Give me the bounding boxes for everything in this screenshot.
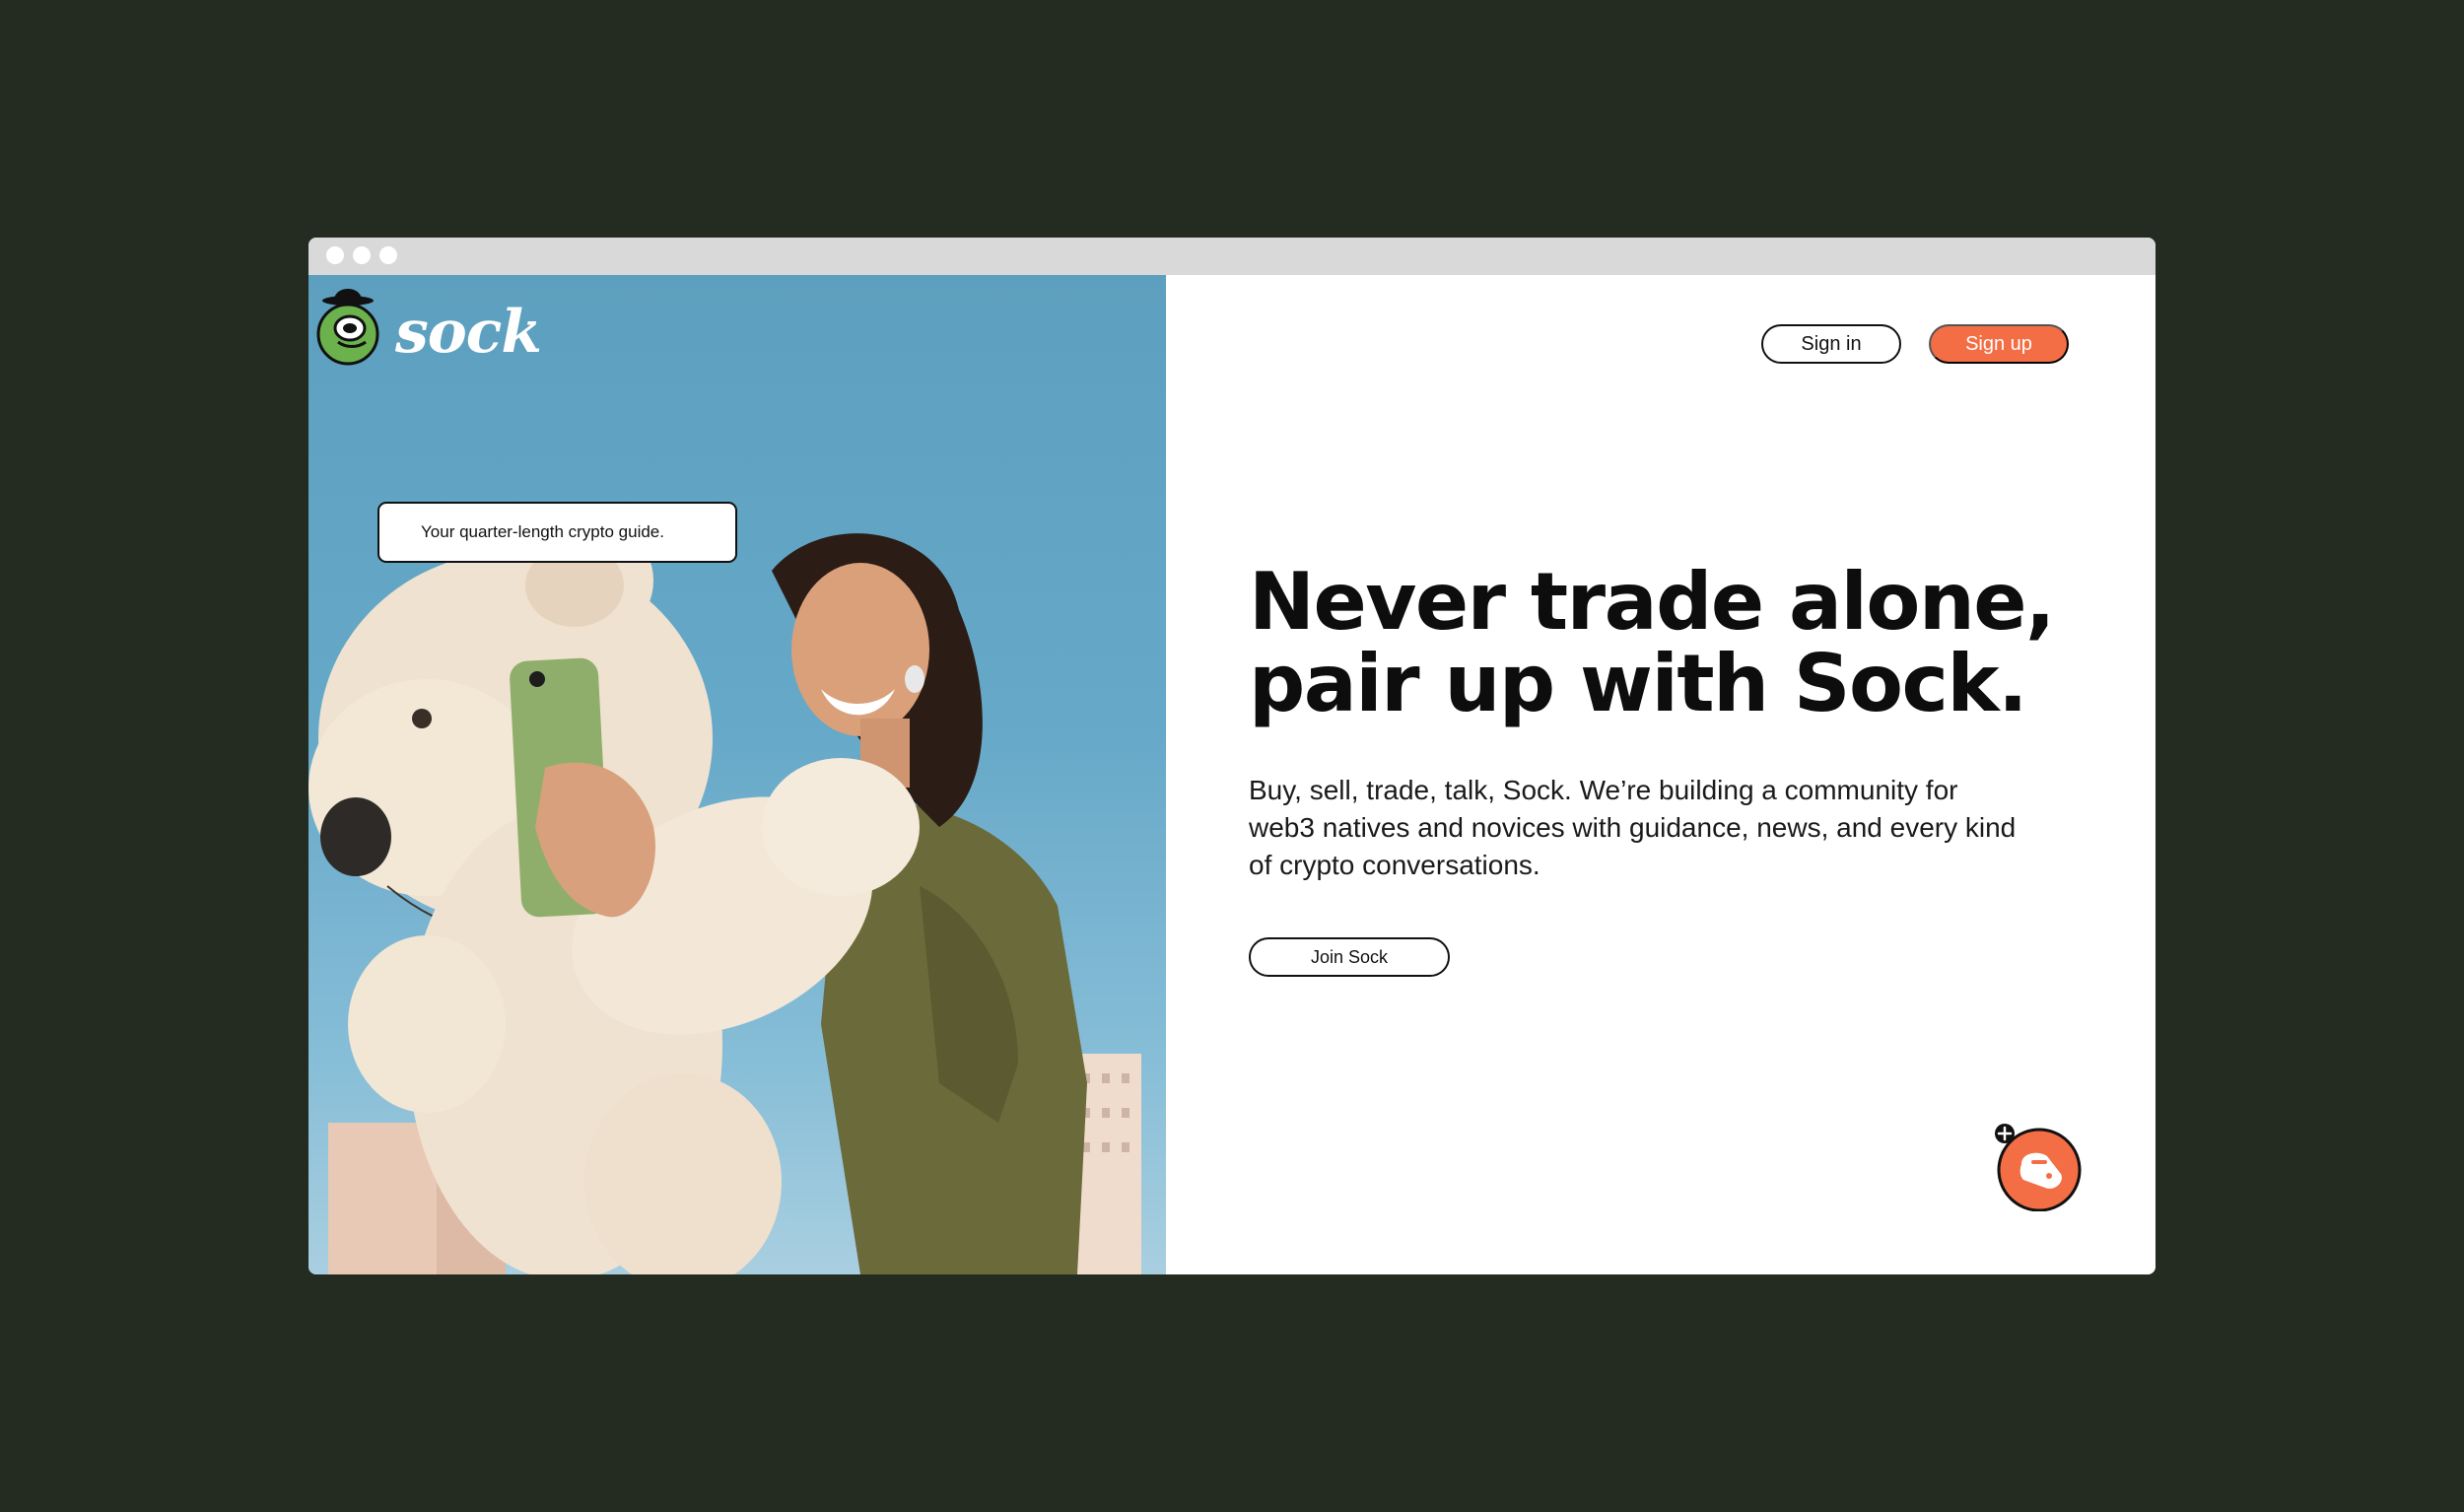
sock-logo[interactable]: sock — [395, 303, 542, 362]
browser-titlebar — [308, 238, 2156, 275]
mascot-icon — [316, 289, 379, 366]
join-sock-button[interactable]: Join Sock — [1249, 937, 1450, 977]
headline-line-2: pair up with Sock. — [1249, 638, 2028, 729]
hero-photo-illustration — [308, 512, 1141, 1274]
webpage: sock Your quarter-length crypto guide. S… — [308, 275, 2156, 1274]
tooltip-text: Your quarter-length crypto guide. — [421, 522, 664, 541]
page-background: sock Your quarter-length crypto guide. S… — [0, 0, 2464, 1512]
window-minimize-dot[interactable] — [353, 246, 371, 264]
hero-content: Sign in Sign up Never trade alone, pair … — [1166, 275, 2156, 1274]
browser-window: sock Your quarter-length crypto guide. S… — [308, 238, 2156, 1274]
hero-description: Buy, sell, trade, talk, Sock. We’re buil… — [1249, 775, 2017, 880]
sign-up-button[interactable]: Sign up — [1929, 324, 2069, 364]
window-close-dot[interactable] — [326, 246, 344, 264]
window-maximize-dot[interactable] — [379, 246, 397, 264]
hero-photo: sock Your quarter-length crypto guide. — [308, 275, 1166, 1274]
sock-face-plus-icon[interactable] — [1994, 1123, 2083, 1211]
mascot-tooltip: Your quarter-length crypto guide. — [377, 502, 737, 563]
hero-headline: Never trade alone, pair up with Sock. — [1249, 561, 2057, 724]
headline-line-1: Never trade alone, — [1249, 556, 2055, 648]
sign-in-button[interactable]: Sign in — [1761, 324, 1901, 364]
